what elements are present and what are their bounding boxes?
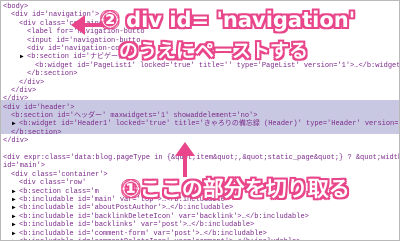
code-line-text: <b:includable id='aboutPostAuthor'>…</b:… — [19, 204, 234, 213]
expand-triangle-icon[interactable]: ▶ — [12, 188, 16, 196]
code-line-text: </b:section> — [27, 70, 78, 79]
code-line: </div> — [1, 95, 399, 103]
code-line-text: </div> — [3, 137, 29, 146]
code-line-text: <b:widget id='Header1' locked='true' tit… — [19, 120, 399, 129]
code-line-text: <div class='row' — [19, 179, 87, 188]
code-line-text: <div id='header'> — [3, 103, 75, 112]
expand-triangle-icon[interactable]: ▶ — [12, 196, 16, 204]
code-line-text: <div class='container'> — [11, 170, 108, 179]
code-line-text: <body> — [3, 3, 29, 11]
code-line-text: <b:includable id='backlinkDeleteIcon' va… — [19, 212, 309, 221]
code-line: id='main'> — [1, 162, 399, 170]
expand-triangle-icon[interactable]: ▶ — [12, 213, 16, 221]
code-line-text: </b:section> — [11, 128, 62, 137]
code-line-text: </div> — [11, 86, 37, 95]
expand-triangle-icon[interactable]: ▶ — [12, 120, 16, 128]
code-line: ▶ <b:includable id='backlinks' var='post'… — [1, 221, 399, 229]
expand-triangle-icon[interactable]: ▶ — [12, 204, 16, 212]
code-line: </div> — [1, 87, 399, 95]
code-line: </div> — [1, 137, 399, 145]
code-line-text: <div class='containe — [19, 19, 104, 28]
expand-triangle-icon[interactable]: ▶ — [12, 230, 16, 238]
code-line-text: id='main'> — [3, 162, 46, 171]
code-line: <div id='header'> — [1, 104, 399, 112]
expand-triangle-icon[interactable]: ▶ — [20, 53, 24, 61]
code-line-text: <b:section class='m — [19, 187, 99, 196]
code-line-text: <b:includable id='comment-form' var='pos… — [19, 229, 267, 238]
code-line-text: <div expr:class='data:blog.pageType in {… — [3, 154, 400, 163]
code-line: ▶ <b:includable id='aboutPostAuthor'>…</b… — [1, 204, 399, 212]
code-line-text: <b:includable id='backlinks' var='post'>… — [19, 221, 255, 230]
paste-instruction-line2: のうえにペーストする — [119, 40, 309, 62]
code-line-text: </div> — [3, 95, 29, 104]
code-line: ▶ <b:widget id='Header1' locked='true' ti… — [1, 120, 399, 128]
code-line: <div expr:class='data:blog.pageType in {… — [1, 154, 399, 162]
code-line: </b:section> — [1, 70, 399, 78]
code-line: ▶ <b:includable id='backlinkDeleteIcon' v… — [1, 213, 399, 221]
code-editor[interactable]: <body> <div id='navigation'> <div class='c… — [0, 0, 400, 241]
cut-instruction: ①ここの部分を切り取る — [122, 177, 350, 201]
code-line: ▶ <b:includable id='comment-form' var='po… — [1, 230, 399, 238]
code-line: </b:section> — [1, 129, 399, 137]
code-line: </div> — [1, 79, 399, 87]
code-line-text: </div> — [19, 78, 45, 87]
code-line-text: <div id='navigation'> — [11, 11, 100, 20]
expand-triangle-icon[interactable]: ▶ — [12, 221, 16, 229]
paste-instruction-line1: ② div id= 'navigation' — [101, 8, 356, 32]
